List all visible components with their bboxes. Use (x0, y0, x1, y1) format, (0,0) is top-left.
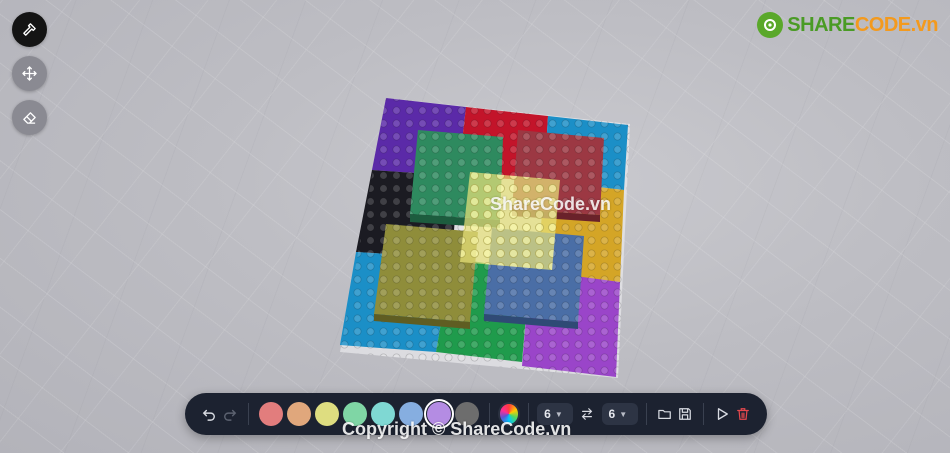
redo-button[interactable] (219, 403, 239, 425)
play-button[interactable] (712, 403, 732, 425)
swap-dimensions-button[interactable] (577, 403, 597, 425)
toolbar-divider (645, 403, 647, 425)
color-swatch[interactable] (258, 402, 283, 426)
play-icon (718, 408, 729, 420)
depth-value: 6 (608, 407, 616, 421)
olive-plate (374, 224, 478, 329)
3d-viewport[interactable]: ShareCode.vn (0, 0, 950, 453)
chevron-down-icon: ▼ (619, 409, 628, 419)
swap-arrows-icon (582, 408, 593, 420)
folder-open-icon (657, 409, 671, 419)
trash-icon (736, 408, 749, 420)
clear-all-button[interactable] (733, 403, 753, 425)
redo-icon (223, 409, 236, 421)
color-swatch[interactable] (286, 402, 311, 426)
watermark-bottom: Copyright © ShareCode.vn (342, 419, 572, 439)
chevron-down-icon: ▼ (554, 409, 563, 419)
color-swatch[interactable] (314, 402, 339, 426)
toolbar-divider (247, 403, 249, 425)
undo-icon (202, 409, 216, 421)
depth-select[interactable]: 6 ▼ (601, 403, 638, 425)
undo-button[interactable] (199, 403, 219, 425)
toolbar-divider (703, 403, 705, 425)
lego-scene (340, 98, 630, 378)
ghost-preview-plate (460, 172, 560, 270)
save-icon (679, 408, 691, 420)
save-button[interactable] (675, 403, 695, 425)
watermark-center: ShareCode.vn (490, 194, 612, 214)
open-file-button[interactable] (654, 403, 674, 425)
